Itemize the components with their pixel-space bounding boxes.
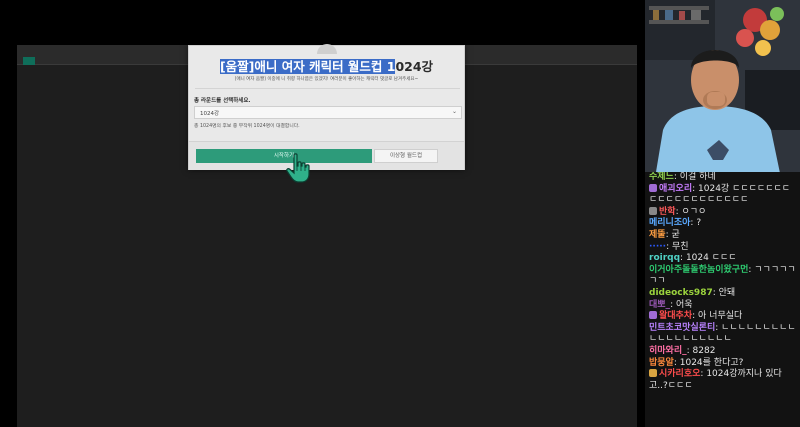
chat-message: 반학: ㅇㄱㅇ [645, 206, 800, 219]
chat-nickname[interactable]: 메리니조아 [649, 218, 690, 228]
chat-message: 메리니조아: ? [645, 218, 800, 230]
chat-message: 민트초코맛실론티: ㄴㄴㄴㄴㄴㄴㄴㄴㄴㄴㄴㄴㄴㄴㄴㄴㄴㄴㄴ [645, 323, 800, 346]
chat-nickname[interactable]: 애괴오리 [659, 184, 692, 194]
chat-message: 왈대추차: 아 너무실다 [645, 311, 800, 323]
chat-badge-icon [649, 311, 657, 320]
chat-message: 히마와리_: 8282 [645, 346, 800, 358]
dialog-grip [317, 44, 337, 54]
chat-text: 1024를 한다고? [679, 357, 744, 368]
round-label: 총 라운드를 선택하세요. [194, 98, 251, 104]
chevron-down-icon: ⌄ [451, 108, 457, 115]
chat-message: 제뚤: 굳 [645, 230, 800, 242]
chat-nickname[interactable]: 이거아주돌돌한놈이왔구먼 [649, 265, 748, 275]
dialog-title-selected: [움짤]애니 여자 캐릭터 월드컵 1 [219, 59, 396, 74]
chat-nickname[interactable]: 민트초코맛실론티 [649, 323, 715, 333]
round-select[interactable]: 1024강 ⌄ [194, 106, 462, 119]
chat-message: 시카리호오: 1024강까지나 있다고..?ㄷㄷㄷ [645, 369, 800, 392]
hand-cursor-icon [286, 153, 310, 183]
dialog-footer: 시작하기 이상형 월드컵 [189, 141, 464, 170]
chat-message: 수제느: 이걸 하네 [645, 172, 800, 184]
chat-nickname[interactable]: ····· [649, 242, 666, 252]
chat-nickname[interactable]: dideocks987 [649, 288, 713, 298]
chat-nickname[interactable]: 반학 [659, 207, 676, 217]
chat-badge-icon [649, 183, 657, 192]
chat-text: ? [696, 218, 702, 229]
chat-text: 어욱 [675, 299, 693, 310]
webcam-scene [645, 0, 800, 178]
chat-message: ·····: 무친 [645, 242, 800, 254]
chat-panel: 수제느: 이걸 하네 애괴오리: 1024강 ㄷㄷㄷㄷㄷㄷㄷㄷㄷㄷㄷㄷㄷㄷㄷㄷㄷㄷ… [645, 172, 800, 427]
gutter [637, 45, 645, 427]
stream-screen: [움짤]애니 여자 캐릭터 월드컵 1024강 [애니 여자 움짤] 이중에 니… [0, 0, 800, 427]
divider [195, 88, 460, 89]
chat-message: dideocks987: 안돼 [645, 288, 800, 300]
ideal-worldcup-button[interactable]: 이상형 월드컵 [374, 149, 438, 163]
chat-text: 이걸 하네 [679, 172, 716, 182]
dialog-title: [움짤]애니 여자 캐릭터 월드컵 1024강 [189, 56, 464, 75]
chat-message: 이거아주돌돌한놈이왔구먼: ㄱㄱㄱㄱㄱㄱㄱ [645, 265, 800, 288]
chat-message: 대뽀_: 어욱 [645, 300, 800, 312]
chat-message: 밥뭉알: 1024를 한다고? [645, 358, 800, 370]
chat-nickname[interactable]: 제뚤 [649, 230, 666, 240]
start-button[interactable]: 시작하기 [196, 149, 372, 163]
round-note: 총 1024명의 후보 중 무작위 1024명이 대결합니다. [194, 124, 300, 129]
chat-text: 굳 [671, 229, 680, 240]
chat-text: 8282 [692, 345, 716, 356]
worldcup-start-dialog: [움짤]애니 여자 캐릭터 월드컵 1024강 [애니 여자 움짤] 이중에 니… [188, 44, 465, 170]
chat-badge-icon [649, 206, 657, 215]
dialog-title-rest: 024강 [395, 59, 434, 74]
chat-nickname[interactable]: 수제느 [649, 172, 674, 182]
browser-tab-indicator[interactable] [23, 57, 35, 65]
chat-message: 애괴오리: 1024강 ㄷㄷㄷㄷㄷㄷㄷㄷㄷㄷㄷㄷㄷㄷㄷㄷㄷㄷㄷ [645, 183, 800, 207]
chat-nickname[interactable]: 밥뭉알 [649, 358, 674, 368]
chat-text: 아 너무실다 [698, 311, 743, 322]
chat-nickname[interactable]: 히마와리_ [649, 346, 687, 356]
chat-text: 안돼 [718, 287, 736, 298]
dialog-subtitle: [애니 여자 움짤] 이중에 니 취향 하나쯤은 있겠지! 여러분이 좋아하는 … [234, 77, 419, 82]
chat-nickname[interactable]: roirqq [649, 253, 680, 263]
chat-text: ㅇㄱㅇ [681, 206, 707, 217]
chat-text: 1024 ㄷㄷㄷ [685, 253, 737, 264]
chat-nickname[interactable]: 대뽀_ [649, 300, 670, 310]
chat-nickname[interactable]: 왈대추차 [659, 311, 692, 321]
round-select-value: 1024강 [200, 111, 220, 117]
chat-message: roirqq: 1024 ㄷㄷㄷ [645, 253, 800, 265]
webcam-feed [645, 0, 800, 178]
chat-badge-icon [649, 369, 657, 378]
chat-text: 무친 [672, 241, 689, 252]
chat-nickname[interactable]: 시카리호오 [659, 369, 700, 379]
